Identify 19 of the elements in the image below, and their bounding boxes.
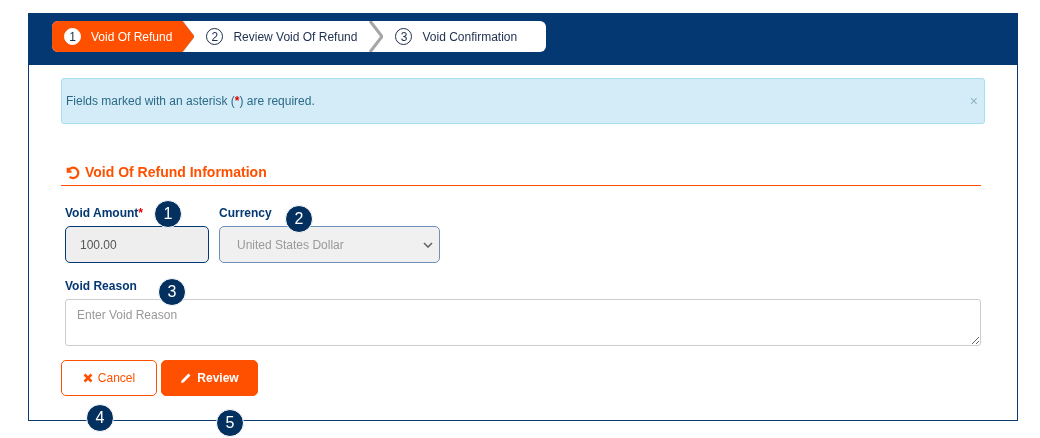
pencil-icon [180, 372, 193, 384]
section-title: Void Of Refund Information [85, 164, 267, 180]
wizard-step[interactable]: 3 Void Confirmation [383, 21, 530, 52]
field-label: Currency [219, 206, 272, 220]
field-label: Void Reason [65, 279, 137, 293]
callout-badge: 5 [216, 409, 244, 437]
chevron-down-icon [423, 241, 433, 248]
alert-message: Fields marked with an asterisk (*) are required. [66, 94, 315, 108]
field-label: Void Amount* [65, 206, 143, 220]
reason-field[interactable]: Enter Void Reason [65, 299, 981, 346]
undo-icon [65, 164, 80, 180]
callout-badge: 2 [285, 205, 313, 233]
callout-badge: 3 [158, 278, 186, 306]
callout-badge: 1 [154, 200, 182, 228]
callout-badge: 4 [86, 404, 114, 432]
step-chevron-icon [369, 21, 384, 52]
close-icon [82, 373, 93, 383]
amount-field[interactable]: 100.00 [65, 226, 209, 263]
wizard-step[interactable]: 2 Review Void Of Refund [194, 21, 370, 52]
